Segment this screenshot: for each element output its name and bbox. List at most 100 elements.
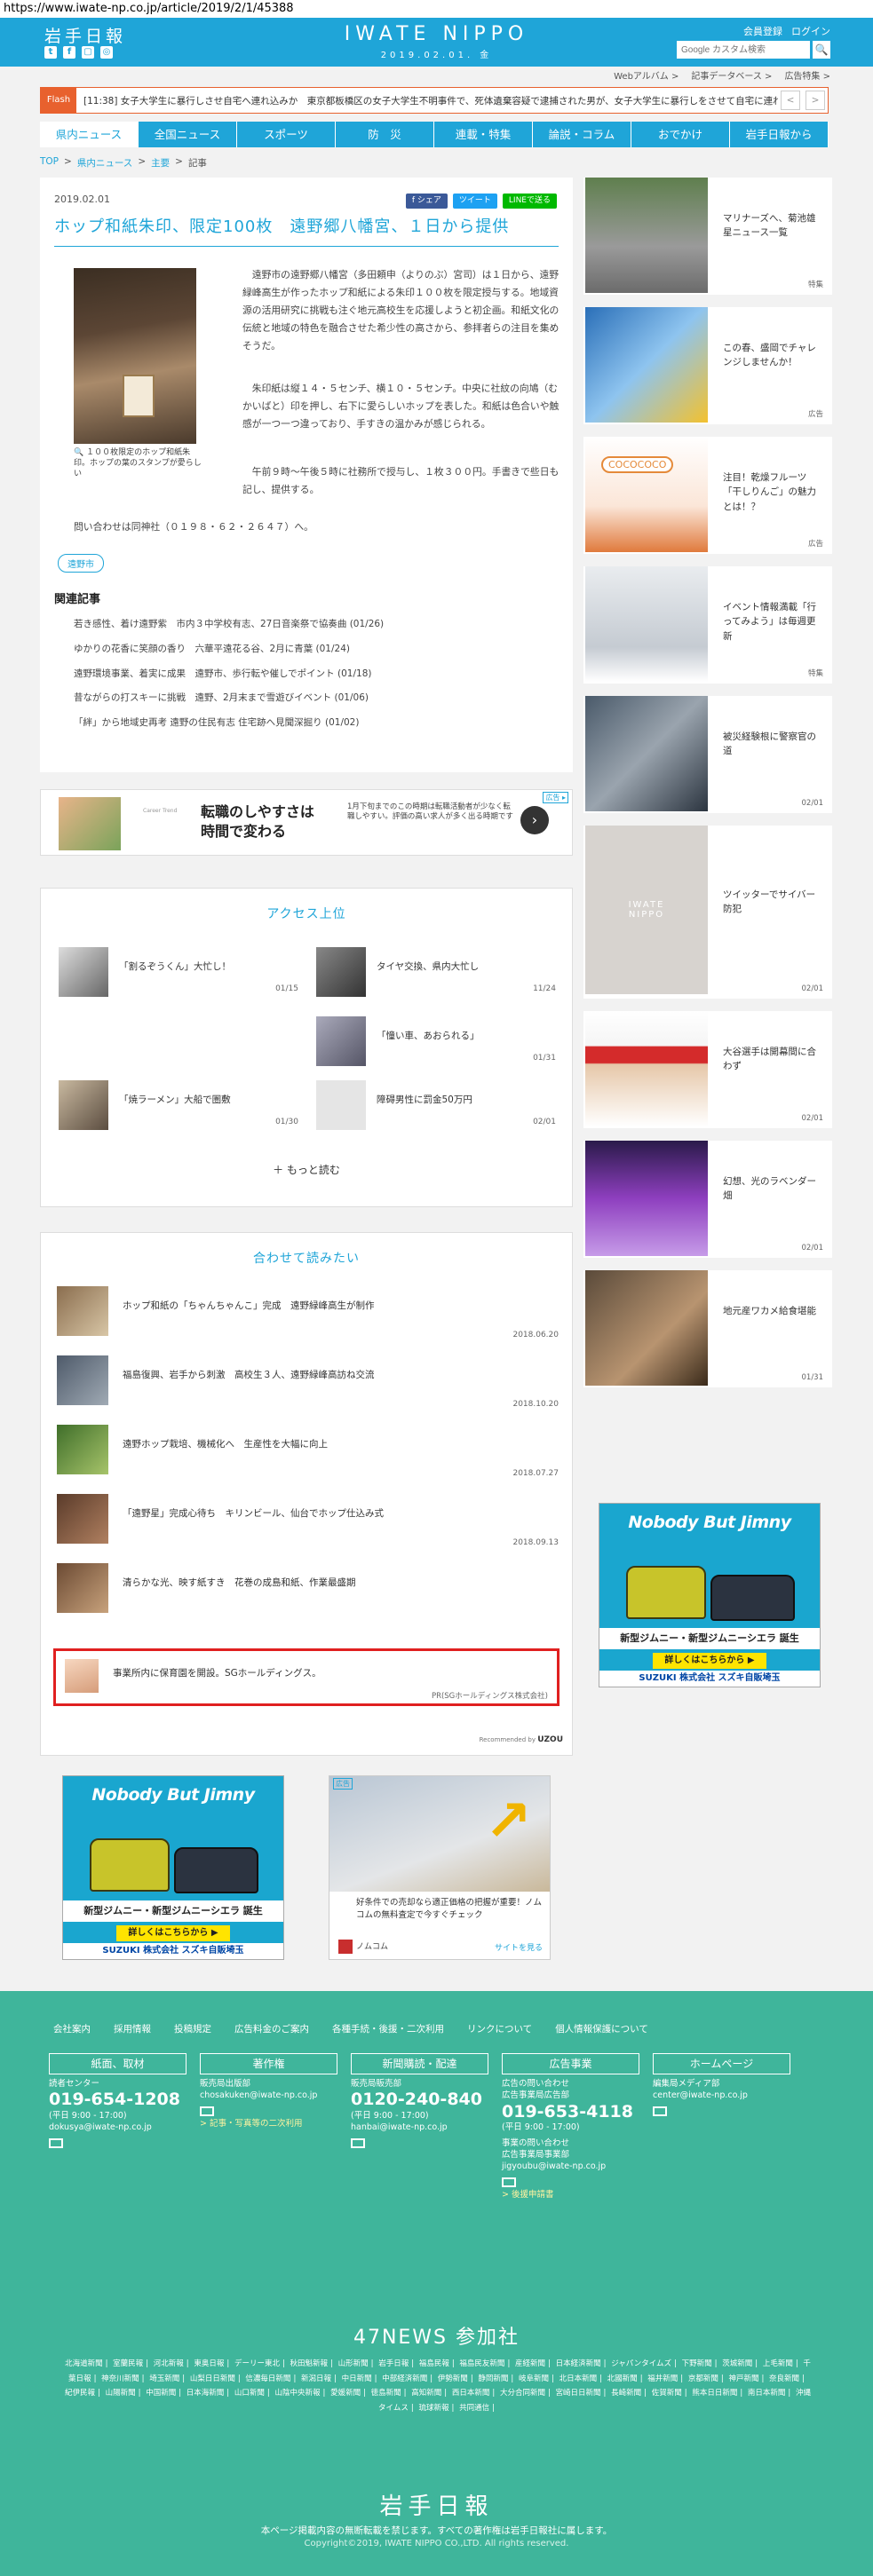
related-item[interactable]: 「絆」から地域史再考 遠野の住民有志 住宅跡へ見聞深掘り (01/02)	[74, 711, 384, 736]
recommend-item[interactable]: 遠野ホップ栽培、機械化へ 生産性を大幅に向上 2018.07.27	[57, 1425, 559, 1485]
career-ad-banner[interactable]: 広告 ▸ Career Trend 転職のしやすさは 時間で変わる 1月下旬までの…	[40, 789, 573, 856]
article-image[interactable]	[74, 268, 196, 444]
flash-next-button[interactable]: >	[806, 91, 825, 110]
footer-col-head[interactable]: ホームページ	[653, 2053, 790, 2074]
member-paper-link[interactable]: 河北新報	[154, 2359, 184, 2368]
member-paper-link[interactable]: 西日本新聞	[452, 2389, 490, 2398]
footer-secondary-use-link[interactable]: > 記事・写真等の二次利用	[200, 2116, 337, 2129]
flash-text[interactable]: [11:38] 女子大学生に暴行しさせ自宅へ連れ込みか 東京都板橋区の女子大学生…	[76, 94, 778, 107]
related-item[interactable]: 昔ながらの打スキーに挑戦 遠野、2月末まで雪遊びイベント (01/06)	[74, 686, 384, 711]
sidebar-item[interactable]: 大谷選手は開幕間に合わず 02/01	[583, 1011, 832, 1128]
footer-email[interactable]: hanbai@iwate-np.co.jp	[351, 2122, 488, 2133]
member-paper-link[interactable]: 日本海新聞	[187, 2389, 225, 2398]
member-paper-link[interactable]: 静岡新聞	[478, 2375, 508, 2383]
member-paper-link[interactable]: 岐阜新聞	[519, 2375, 549, 2383]
footer-link[interactable]: 個人情報保護について	[555, 2022, 648, 2035]
footer-link[interactable]: 広告料金のご案内	[234, 2022, 309, 2035]
jimny-ad-cta[interactable]: 詳しくはこちらから ▶	[653, 1653, 766, 1669]
access-item[interactable]: 障碍男性に罰金50万円 02/01	[316, 1080, 556, 1134]
member-paper-link[interactable]: 奈良新聞	[769, 2375, 799, 2383]
footer-link[interactable]: 各種手続・後援・二次利用	[332, 2022, 444, 2035]
member-paper-link[interactable]: 山梨日日新聞	[190, 2375, 235, 2383]
member-paper-link[interactable]: 紀伊民報	[65, 2389, 95, 2398]
nav-disaster[interactable]: 防 災	[336, 122, 434, 147]
member-paper-link[interactable]: 中日新聞	[342, 2375, 372, 2383]
facebook-share-button[interactable]: f シェア	[405, 194, 448, 209]
footer-email[interactable]: chosakuken@iwate-np.co.jp	[200, 2090, 337, 2101]
member-paper-link[interactable]: 中国新聞	[146, 2389, 176, 2398]
member-paper-link[interactable]: 神戸新聞	[728, 2375, 758, 2383]
member-paper-link[interactable]: 岩手日報	[378, 2359, 409, 2368]
member-paper-link[interactable]: 大分合同新聞	[500, 2389, 545, 2398]
member-paper-link[interactable]: 山口新聞	[234, 2389, 265, 2398]
member-paper-link[interactable]: 南日本新聞	[748, 2389, 786, 2398]
member-paper-link[interactable]: 福島民友新聞	[459, 2359, 504, 2368]
tag-tono-city[interactable]: 遠野市	[58, 554, 104, 573]
footer-link[interactable]: リンクについて	[467, 2022, 532, 2035]
related-item[interactable]: ゆかりの花香に笑顔の香り 六華平遠花る谷、2月に青葉 (01/24)	[74, 637, 384, 662]
breadcrumb-local[interactable]: 県内ニュース	[77, 156, 132, 170]
footer-col-head[interactable]: 紙面、取材	[49, 2053, 187, 2074]
member-paper-link[interactable]: 山陰中央新報	[274, 2389, 320, 2398]
mail-icon[interactable]	[653, 2106, 667, 2116]
footer-link[interactable]: 会社案内	[53, 2022, 91, 2035]
nav-outings[interactable]: おでかけ	[631, 122, 730, 147]
search-input[interactable]	[677, 41, 810, 59]
breadcrumb-main[interactable]: 主要	[151, 156, 170, 170]
footer-email[interactable]: jigyoubu@iwate-np.co.jp	[502, 2161, 639, 2172]
related-item[interactable]: 若き感性、着け遠野紫 市内３中学校有志、27日音楽祭で協奏曲 (01/26)	[74, 612, 384, 637]
nav-features[interactable]: 連載・特集	[434, 122, 533, 147]
member-paper-link[interactable]: 神奈川新聞	[101, 2375, 139, 2383]
member-paper-link[interactable]: 北海道新聞	[65, 2359, 103, 2368]
access-item[interactable]: 「割るぞうくん」大忙し！ 01/15	[59, 947, 298, 1000]
nav-editorials[interactable]: 論説・コラム	[533, 122, 631, 147]
member-paper-link[interactable]: 茨城新聞	[722, 2359, 752, 2368]
article-db-link[interactable]: 記事データベース >	[691, 68, 772, 82]
footer-col-head[interactable]: 広告事業	[502, 2053, 639, 2074]
member-paper-link[interactable]: 徳島新聞	[371, 2389, 401, 2398]
jimny-ad-cta[interactable]: 詳しくはこちらから ▶	[116, 1925, 230, 1941]
nav-from-iwate-nippo[interactable]: 岩手日報から	[730, 122, 829, 147]
member-paper-link[interactable]: 産経新聞	[515, 2359, 545, 2368]
address-bar[interactable]: https://www.iwate-np.co.jp/article/2019/…	[0, 0, 873, 18]
footer-phone[interactable]: 019-653-4118	[502, 2102, 639, 2122]
login-link[interactable]: ログイン	[791, 24, 830, 38]
ad-label[interactable]: 広告 ▸	[543, 792, 568, 803]
access-item[interactable]: 「焼ラーメン」大船で圏敷 01/30	[59, 1080, 298, 1134]
member-paper-link[interactable]: ジャパンタイムズ	[611, 2359, 671, 2368]
member-paper-link[interactable]: 福島民報	[419, 2359, 449, 2368]
access-item[interactable]: 「憧い車、あおられる」 01/31	[316, 1016, 556, 1070]
web-album-link[interactable]: Webアルバム >	[614, 68, 679, 82]
sidebar-item[interactable]: イベント情報満載「行ってみよう」は毎週更新 特集	[583, 566, 832, 684]
member-paper-link[interactable]: 北國新聞	[607, 2375, 638, 2383]
search-icon[interactable]: 🔍	[813, 41, 830, 59]
nav-national-news[interactable]: 全国ニュース	[139, 122, 237, 147]
member-paper-link[interactable]: 宮崎日日新聞	[556, 2389, 601, 2398]
breadcrumb-top[interactable]: TOP	[40, 156, 59, 170]
footer-link[interactable]: 投稿規定	[174, 2022, 211, 2035]
member-paper-link[interactable]: 秋田魁新報	[290, 2359, 329, 2368]
nav-sports[interactable]: スポーツ	[237, 122, 336, 147]
recommend-item[interactable]: ホップ和紙の「ちゃんちゃんこ」完成 遠野緑峰高生が制作 2018.06.20	[57, 1286, 559, 1347]
sidebar-item[interactable]: 幻想、光のラベンダー畑 02/01	[583, 1141, 832, 1258]
jimny-ad-sidebar[interactable]: Nobody But Jimny 新型ジムニー・新型ジムニーシエラ 誕生 詳しく…	[599, 1503, 821, 1687]
sidebar-item[interactable]: 被災経験根に警察官の道 02/01	[583, 696, 832, 813]
mail-icon[interactable]	[502, 2177, 516, 2187]
member-paper-link[interactable]: 中部経済新聞	[382, 2375, 427, 2383]
member-paper-link[interactable]: 福井新聞	[647, 2375, 678, 2383]
member-paper-link[interactable]: デーリー東北	[234, 2359, 280, 2368]
footer-col-head[interactable]: 著作権	[200, 2053, 337, 2074]
recommend-item[interactable]: 清らかな光、映す紙すき 花巻の成島和紙、作業最盛期	[57, 1563, 559, 1624]
flash-prev-button[interactable]: <	[781, 91, 800, 110]
footer-phone[interactable]: 019-654-1208	[49, 2090, 187, 2110]
member-paper-link[interactable]: 北日本新聞	[560, 2375, 598, 2383]
ad-label[interactable]: 広告	[333, 1778, 353, 1790]
footer-sponsorship-link[interactable]: > 後援申請書	[502, 2187, 639, 2200]
nomu-ad-link[interactable]: サイトを見る	[495, 1941, 543, 1953]
footer-email[interactable]: dokusya@iwate-np.co.jp	[49, 2122, 187, 2133]
member-paper-link[interactable]: 琉球新報	[418, 2404, 448, 2413]
read-more-button[interactable]: ＋ もっと読む	[41, 1162, 572, 1177]
sidebar-item[interactable]: 地元産ワカメ給食堪能 01/31	[583, 1270, 832, 1387]
nomu-ad[interactable]: ↗ 広告 好条件での売却なら適正価格の把握が重要！ノムコムの無料査定で今すぐチェ…	[329, 1775, 551, 1960]
member-paper-link[interactable]: 伊勢新聞	[438, 2375, 468, 2383]
